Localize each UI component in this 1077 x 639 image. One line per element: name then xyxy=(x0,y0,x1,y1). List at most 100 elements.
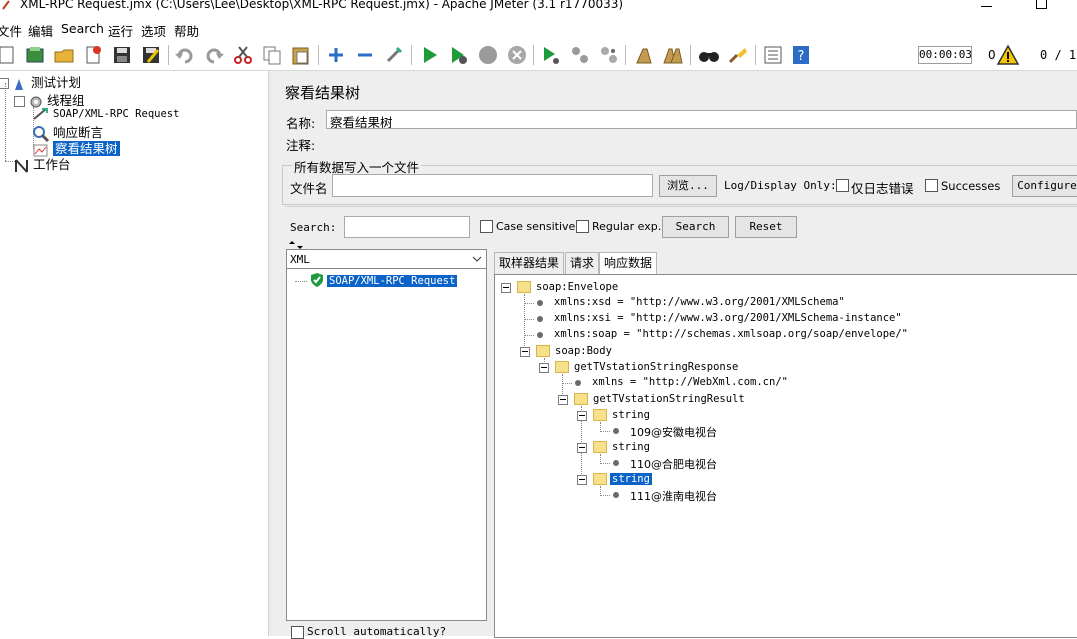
menu-edit[interactable]: 编辑 xyxy=(28,21,53,40)
name-input[interactable]: 察看结果树 xyxy=(326,110,1077,129)
xml-node[interactable]: string xyxy=(610,473,652,485)
tab-sampler-result[interactable]: 取样器结果 xyxy=(494,252,565,274)
clear-all-icon[interactable] xyxy=(662,44,684,66)
search-input[interactable] xyxy=(344,216,470,238)
remote-start-icon[interactable] xyxy=(540,44,562,66)
undo-icon[interactable] xyxy=(174,44,196,66)
save-icon[interactable] xyxy=(111,44,133,66)
case-sensitive-checkbox[interactable] xyxy=(480,220,493,233)
regex-checkbox[interactable] xyxy=(576,220,589,233)
menu-options[interactable]: 选项 xyxy=(141,21,166,40)
tab-response-data[interactable]: 响应数据 xyxy=(599,252,658,274)
result-label: SOAP/XML-RPC Request xyxy=(327,274,458,287)
cut-icon[interactable] xyxy=(232,44,254,66)
xml-node[interactable]: getTVstationStringResult xyxy=(593,393,745,405)
remote-shutdown-icon[interactable] xyxy=(598,44,620,66)
scroll-auto-checkbox[interactable] xyxy=(291,626,304,639)
tree-node-sampler[interactable]: SOAP/XML-RPC Request xyxy=(33,107,180,121)
value-bullet-icon xyxy=(613,460,619,466)
successes-checkbox[interactable] xyxy=(925,179,938,192)
expand-toggle[interactable] xyxy=(558,395,568,405)
result-item[interactable]: SOAP/XML-RPC Request xyxy=(309,272,458,288)
attribute-bullet-icon xyxy=(537,300,543,306)
xml-node[interactable]: soap:Envelope xyxy=(536,281,618,293)
copy-icon[interactable] xyxy=(261,44,283,66)
clear-icon[interactable] xyxy=(633,44,655,66)
result-list: SOAP/XML-RPC Request xyxy=(286,269,487,621)
expand-toggle[interactable] xyxy=(577,475,587,485)
filename-input[interactable] xyxy=(332,174,653,197)
maximize-button[interactable] xyxy=(1036,0,1047,9)
close-icon[interactable] xyxy=(82,44,104,66)
xml-attribute[interactable]: xmlns = "http://WebXml.com.cn/" xyxy=(592,376,788,388)
start-no-pause-icon[interactable] xyxy=(448,44,470,66)
folder-icon xyxy=(555,361,569,373)
jmeter-feather-icon xyxy=(2,0,10,10)
menu-search[interactable]: Search xyxy=(61,21,104,36)
test-plan-tree: 测试计划 线程组 SOAP/XML-RPC Request 响应断言 察看结果树… xyxy=(0,71,268,636)
errors-only-label: 仅日志错误 xyxy=(851,181,914,196)
reset-search-icon[interactable] xyxy=(727,44,749,66)
expand-toggle[interactable] xyxy=(501,283,511,293)
tree-node-workbench[interactable]: 工作台 xyxy=(14,154,71,173)
xml-node[interactable]: getTVstationStringResponse xyxy=(574,361,738,373)
xml-attribute[interactable]: xmlns:xsd = "http://www.w3.org/2001/XMLS… xyxy=(554,296,845,308)
tree-label: 测试计划 xyxy=(31,75,82,90)
comment-input[interactable] xyxy=(321,132,1077,151)
elapsed-timer: 00:00:03 xyxy=(918,46,972,64)
toggle-icon[interactable] xyxy=(383,44,405,66)
value-bullet-icon xyxy=(613,428,619,434)
new-icon[interactable] xyxy=(0,44,18,66)
search-button[interactable]: Search xyxy=(662,216,729,238)
menu-file[interactable]: 文件 xyxy=(0,21,22,40)
expand-icon[interactable] xyxy=(325,44,347,66)
start-icon[interactable] xyxy=(419,44,441,66)
templates-icon[interactable] xyxy=(24,44,46,66)
tab-request[interactable]: 请求 xyxy=(565,252,600,274)
collapse-icon[interactable] xyxy=(354,44,376,66)
redo-icon[interactable] xyxy=(203,44,225,66)
log-display-label: Log/Display Only: xyxy=(724,179,837,192)
xml-attribute[interactable]: xmlns:soap = "http://schemas.xmlsoap.org… xyxy=(554,328,908,340)
errors-only-checkbox[interactable] xyxy=(836,179,849,192)
xml-value[interactable]: 111@淮南电视台 xyxy=(630,488,717,504)
open-icon[interactable] xyxy=(53,44,75,66)
tree-label: SOAP/XML-RPC Request xyxy=(53,108,180,120)
tree-node-test-plan[interactable]: 测试计划 xyxy=(0,72,81,91)
title-bar: XML-RPC Request.jmx (C:\Users\Lee\Deskto… xyxy=(0,0,1077,16)
chevron-down-icon xyxy=(472,256,482,262)
reset-button[interactable]: Reset xyxy=(735,216,797,238)
stop-icon[interactable] xyxy=(477,44,499,66)
expand-toggle[interactable] xyxy=(577,411,587,421)
menu-run[interactable]: 运行 xyxy=(108,21,133,40)
xml-value[interactable]: 109@安徽电视台 xyxy=(630,424,717,440)
minimize-button[interactable] xyxy=(981,6,992,7)
xml-node[interactable]: soap:Body xyxy=(555,345,612,357)
expand-toggle[interactable] xyxy=(539,363,549,373)
window-title: XML-RPC Request.jmx (C:\Users\Lee\Deskto… xyxy=(20,0,624,11)
search-icon[interactable] xyxy=(698,44,720,66)
browse-button[interactable]: 浏览... xyxy=(659,175,717,197)
xml-value[interactable]: 110@合肥电视台 xyxy=(630,456,717,472)
xml-attribute[interactable]: xmlns:xsi = "http://www.w3.org/2001/XMLS… xyxy=(554,312,902,324)
paste-icon[interactable] xyxy=(290,44,312,66)
panel-title: 察看结果树 xyxy=(285,84,361,102)
expand-toggle[interactable] xyxy=(577,443,587,453)
sampler-icon xyxy=(33,108,48,120)
shutdown-icon[interactable] xyxy=(506,44,528,66)
save-as-icon[interactable] xyxy=(140,44,162,66)
help-icon[interactable]: ? xyxy=(790,44,812,66)
configure-button[interactable]: Configure xyxy=(1012,175,1077,197)
expand-toggle[interactable] xyxy=(520,347,530,357)
renderer-select[interactable]: XML xyxy=(286,249,487,269)
xml-response-tree: soap:Envelope xmlns:xsd = "http://www.w3… xyxy=(494,274,1077,638)
attribute-bullet-icon xyxy=(537,332,543,338)
remote-stop-icon[interactable] xyxy=(569,44,591,66)
xml-node[interactable]: string xyxy=(612,441,650,453)
function-helper-icon[interactable] xyxy=(762,44,784,66)
results-divider[interactable] xyxy=(487,249,492,636)
regex-label: Regular exp. xyxy=(592,220,662,233)
xml-node[interactable]: string xyxy=(612,409,650,421)
menu-help[interactable]: 帮助 xyxy=(174,21,199,40)
warning-icon[interactable] xyxy=(996,44,1020,66)
